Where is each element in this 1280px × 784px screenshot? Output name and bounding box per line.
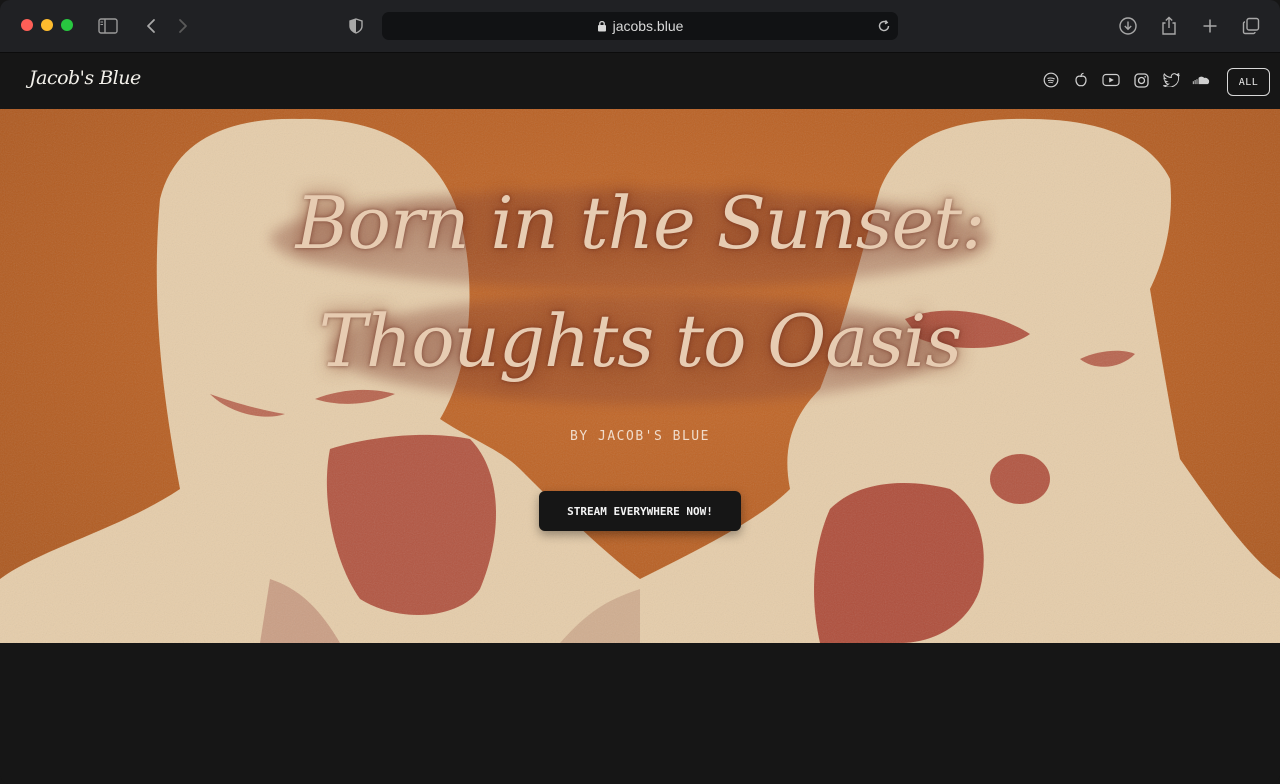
hero-title-line-1: Born in the Sunset: <box>295 181 986 265</box>
new-tab-icon[interactable] <box>1197 13 1223 39</box>
address-bar[interactable]: jacobs.blue <box>382 12 898 40</box>
shield-icon[interactable] <box>343 13 369 39</box>
share-icon[interactable] <box>1156 13 1182 39</box>
address-url: jacobs.blue <box>612 18 684 34</box>
youtube-icon[interactable] <box>1102 71 1120 89</box>
hero-byline: BY JACOB'S BLUE <box>570 429 710 444</box>
instagram-icon[interactable] <box>1132 71 1150 89</box>
forward-icon[interactable] <box>170 13 196 39</box>
back-icon[interactable] <box>138 13 164 39</box>
sidebar-icon[interactable] <box>95 13 121 39</box>
hero-title-line-2: Thoughts to Oasis <box>318 299 962 383</box>
soundcloud-icon[interactable] <box>1192 71 1210 89</box>
site-header: Jacob's Blue ALL <box>0 53 1280 109</box>
lock-icon <box>597 20 607 32</box>
site-logo[interactable]: Jacob's Blue <box>29 67 141 89</box>
all-links-button[interactable]: ALL <box>1227 68 1270 96</box>
page-below-hero <box>0 643 1280 784</box>
close-window-button[interactable] <box>21 19 33 31</box>
spotify-icon[interactable] <box>1042 71 1060 89</box>
twitter-icon[interactable] <box>1162 71 1180 89</box>
browser-window: jacobs.blue Jacob's Blue ALL Born in the… <box>0 0 1280 784</box>
tabs-icon[interactable] <box>1238 13 1264 39</box>
browser-toolbar: jacobs.blue <box>0 0 1280 53</box>
hero-banner: Born in the Sunset: Thoughts to Oasis BY… <box>0 109 1280 643</box>
zoom-window-button[interactable] <box>61 19 73 31</box>
apple-icon[interactable] <box>1072 71 1090 89</box>
reload-icon[interactable] <box>876 18 892 34</box>
social-links <box>1042 71 1210 89</box>
download-icon[interactable] <box>1115 13 1141 39</box>
stream-everywhere-button[interactable]: STREAM EVERYWHERE NOW! <box>539 491 741 531</box>
minimize-window-button[interactable] <box>41 19 53 31</box>
